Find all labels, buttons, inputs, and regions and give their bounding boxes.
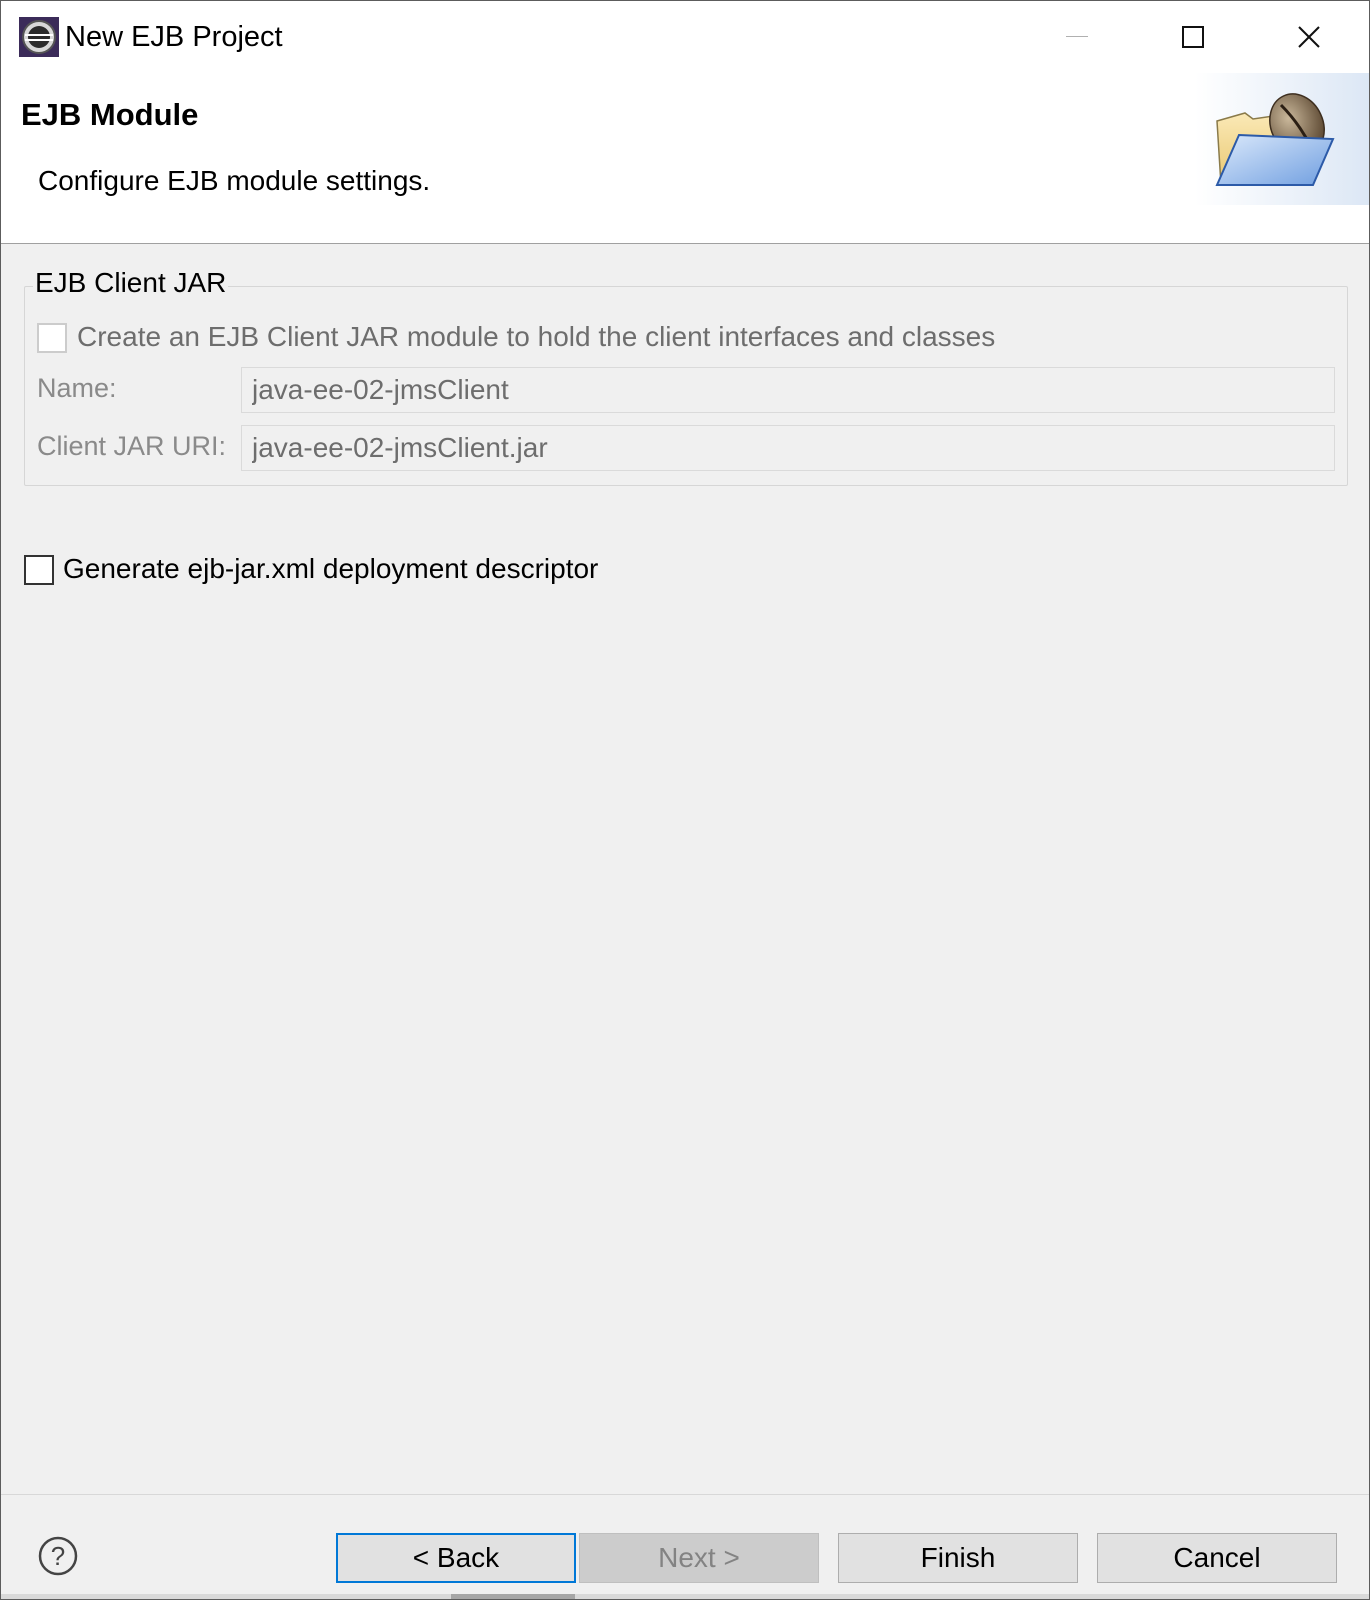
- footer-separator: [1, 1494, 1369, 1495]
- client-jar-uri-field[interactable]: [241, 425, 1335, 471]
- page-description: Configure EJB module settings.: [38, 165, 431, 196]
- bottom-scrollbar-track: [1, 1594, 1369, 1599]
- create-client-jar-label: Create an EJB Client JAR module to hold …: [77, 321, 996, 352]
- svg-text:?: ?: [51, 1541, 65, 1571]
- window-title: New EJB Project: [65, 21, 283, 53]
- new-ejb-project-dialog: New EJB Project EJB Module Configure EJB…: [0, 0, 1370, 1600]
- client-jar-uri-label: Client JAR URI:: [37, 431, 227, 461]
- maximize-icon: [1182, 26, 1204, 48]
- back-button[interactable]: < Back: [336, 1533, 576, 1583]
- eclipse-icon: [19, 17, 59, 57]
- bottom-scrollbar-thumb[interactable]: [451, 1594, 575, 1599]
- help-icon[interactable]: ?: [38, 1536, 78, 1576]
- page-title: EJB Module: [21, 97, 199, 132]
- maximize-button[interactable]: [1135, 1, 1251, 73]
- minimize-icon: [1066, 36, 1088, 37]
- title-bar[interactable]: New EJB Project: [1, 1, 1369, 73]
- close-icon: [1298, 26, 1320, 48]
- generate-descriptor-label[interactable]: Generate ejb-jar.xml deployment descript…: [63, 553, 598, 585]
- wizard-banner: EJB Module Configure EJB module settings…: [1, 73, 1369, 244]
- client-jar-name-field[interactable]: [241, 367, 1335, 413]
- create-client-jar-checkbox[interactable]: [37, 323, 67, 353]
- ejb-folder-wizard-icon: [1195, 73, 1369, 205]
- close-button[interactable]: [1251, 1, 1367, 73]
- name-label: Name:: [37, 373, 117, 403]
- ejb-client-jar-group: EJB Client JAR Create an EJB Client JAR …: [24, 267, 1348, 486]
- minimize-button[interactable]: [1019, 1, 1135, 73]
- next-button[interactable]: Next >: [579, 1533, 819, 1583]
- group-legend: EJB Client JAR: [33, 267, 229, 299]
- finish-button[interactable]: Finish: [838, 1533, 1078, 1583]
- cancel-button[interactable]: Cancel: [1097, 1533, 1337, 1583]
- generate-descriptor-checkbox[interactable]: [24, 555, 54, 585]
